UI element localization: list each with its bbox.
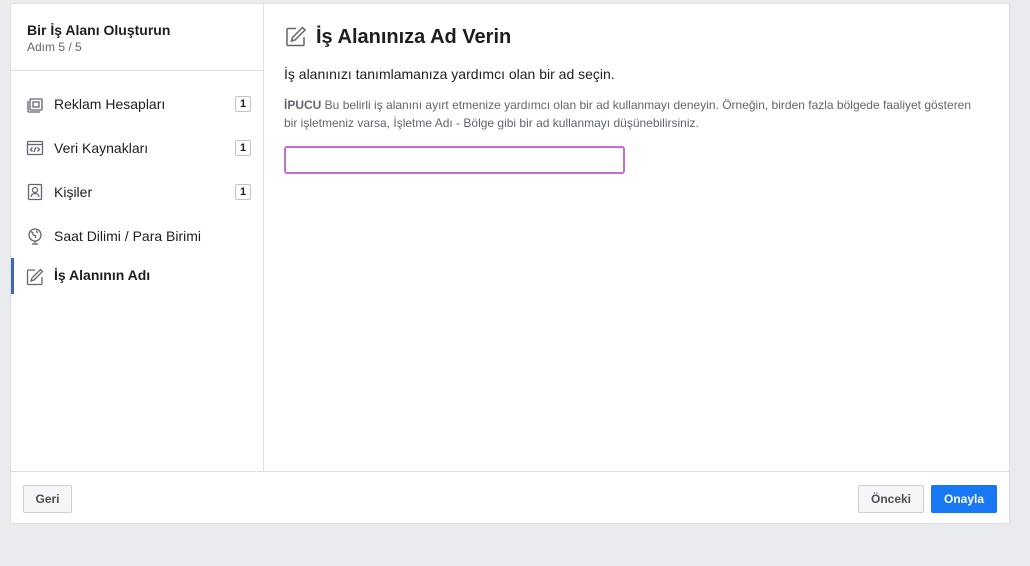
people-icon [25, 182, 45, 202]
sidebar-header: Bir İş Alanı Oluşturun Adım 5 / 5 [11, 4, 263, 71]
pencil-icon [25, 267, 45, 287]
create-workspace-dialog: Bir İş Alanı Oluşturun Adım 5 / 5 Reklam… [10, 3, 1010, 524]
sidebar-item-label: İş Alanının Adı [54, 267, 151, 283]
page-title: İş Alanınıza Ad Verin [316, 25, 512, 48]
previous-button[interactable]: Önceki [858, 485, 924, 513]
sidebar-title: Bir İş Alanı Oluşturun [27, 22, 171, 38]
sidebar-item-people[interactable]: Kişiler 1 [11, 170, 263, 214]
sidebar-item-ad-accounts[interactable]: Reklam Hesapları 1 [11, 82, 263, 126]
count-badge: 1 [235, 96, 251, 112]
main-header: İş Alanınıza Ad Verin [284, 24, 1009, 50]
description-text: İş alanınızı tanımlamanıza yardımcı olan… [284, 66, 615, 82]
steps-sidebar: Bir İş Alanı Oluşturun Adım 5 / 5 Reklam… [11, 4, 264, 471]
workspace-name-input[interactable] [284, 146, 625, 174]
tip-text: İPUCU Bu belirli iş alanını ayırt etmeni… [284, 96, 974, 132]
tip-body: Bu belirli iş alanını ayırt etmenize yar… [284, 98, 972, 130]
main-content: İş Alanınıza Ad Verin İş alanınızı tanım… [264, 4, 1009, 471]
globe-icon [25, 226, 45, 246]
dialog-footer: Geri Önceki Onayla [11, 471, 1009, 523]
step-indicator: Adım 5 / 5 [27, 40, 82, 54]
count-badge: 1 [235, 184, 251, 200]
pencil-icon [284, 25, 308, 49]
sidebar-item-label: Kişiler [54, 184, 93, 200]
confirm-button[interactable]: Onayla [931, 485, 997, 513]
back-button[interactable]: Geri [23, 485, 72, 513]
sidebar-item-label: Reklam Hesapları [54, 96, 166, 112]
sidebar-item-label: Saat Dilimi / Para Birimi [54, 228, 202, 244]
sidebar-item-timezone-currency[interactable]: Saat Dilimi / Para Birimi [11, 214, 263, 258]
sidebar-item-workspace-name[interactable]: İş Alanının Adı [11, 258, 263, 302]
sidebar-item-data-sources[interactable]: Veri Kaynakları 1 [11, 126, 263, 170]
step-list: Reklam Hesapları 1 Veri Kaynakları 1 Kiş… [11, 71, 263, 302]
tip-label: İPUCU [284, 98, 322, 112]
data-sources-icon [25, 138, 45, 158]
count-badge: 1 [235, 140, 251, 156]
sidebar-item-label: Veri Kaynakları [54, 140, 149, 156]
ad-accounts-icon [25, 94, 45, 114]
